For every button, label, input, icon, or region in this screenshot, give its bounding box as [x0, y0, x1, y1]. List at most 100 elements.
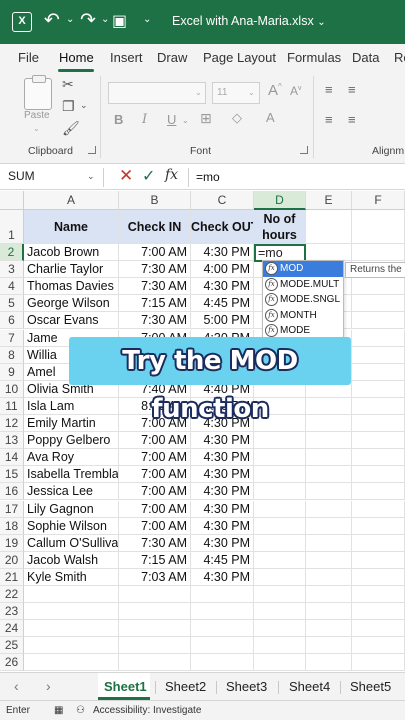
font-launcher-icon[interactable] — [300, 146, 308, 154]
underline-button[interactable]: U — [167, 112, 176, 127]
function-autocomplete-list[interactable]: fx MOD fx MODE.MULT fx MODE.SNGL fx MONTH fx… — [262, 260, 344, 340]
cell-in[interactable]: 7:00 AM — [119, 517, 191, 535]
cell-name[interactable]: Jacob Walsh — [24, 551, 119, 569]
cell-in[interactable]: 7:30 AM — [119, 312, 191, 330]
autocomplete-item-mode-mult[interactable]: fx MODE.MULT — [263, 277, 343, 293]
clipboard-launcher-icon[interactable] — [88, 146, 96, 154]
cell[interactable] — [306, 449, 352, 467]
row-header-22[interactable]: 22 — [0, 586, 24, 604]
row-header-15[interactable]: 15 — [0, 466, 24, 484]
cancel-icon[interactable]: ✕ — [119, 166, 133, 186]
cell[interactable] — [306, 244, 352, 262]
sheet-tab-4[interactable]: Sheet4 — [289, 679, 330, 694]
cell[interactable] — [352, 295, 405, 313]
cell[interactable] — [352, 551, 405, 569]
cell[interactable] — [352, 380, 405, 398]
cell-in[interactable] — [119, 637, 191, 655]
cell[interactable] — [306, 397, 352, 415]
cell-name[interactable]: Sophie Wilson — [24, 517, 119, 535]
cell-out[interactable]: 4:30 PM — [191, 500, 254, 518]
cell[interactable] — [352, 517, 405, 535]
tab-review[interactable]: Re — [394, 50, 405, 65]
cell-in[interactable]: 7:00 AM — [119, 432, 191, 450]
row-header-11[interactable]: 11 — [0, 397, 24, 415]
cell[interactable] — [306, 654, 352, 671]
cell[interactable] — [352, 397, 405, 415]
cell[interactable] — [352, 244, 405, 262]
cell[interactable] — [352, 637, 405, 655]
customize-toolbar-icon[interactable]: ⌄ — [143, 14, 151, 25]
cell-out[interactable]: 4:30 PM — [191, 449, 254, 467]
tab-insert[interactable]: Insert — [110, 50, 143, 65]
cell[interactable] — [352, 278, 405, 296]
select-all-corner[interactable] — [0, 191, 24, 210]
redo-icon[interactable]: ↷ — [80, 10, 96, 32]
chevron-left-icon[interactable]: ‹ — [14, 678, 19, 694]
cell[interactable] — [306, 586, 352, 604]
align-middle-icon[interactable]: ≡ — [348, 82, 356, 97]
row-header-17[interactable]: 17 — [0, 500, 24, 518]
cell-name[interactable] — [24, 654, 119, 671]
save-icon[interactable]: ▣ — [112, 11, 127, 33]
cell-name[interactable]: George Wilson — [24, 295, 119, 313]
cell-in[interactable]: 7:00 AM — [119, 500, 191, 518]
redo-dropdown-icon[interactable]: ⌄ — [101, 14, 109, 25]
cell[interactable] — [352, 329, 405, 347]
cell-out[interactable] — [191, 586, 254, 604]
cell-out[interactable]: 4:30 PM — [191, 568, 254, 586]
cell[interactable] — [254, 620, 306, 638]
cell[interactable] — [352, 483, 405, 501]
tab-page-layout[interactable]: Page Layout — [203, 50, 276, 65]
font-name-select[interactable] — [108, 82, 206, 104]
sheet-tab-2[interactable]: Sheet2 — [165, 679, 206, 694]
bold-button[interactable]: B — [114, 112, 123, 127]
row-header-24[interactable]: 24 — [0, 620, 24, 638]
cell-out[interactable]: 4:30 PM — [191, 517, 254, 535]
cell[interactable] — [352, 415, 405, 433]
cell-in[interactable]: 7:30 AM — [119, 534, 191, 552]
cell-in[interactable] — [119, 654, 191, 671]
row-header-9[interactable]: 9 — [0, 363, 24, 381]
insert-function-icon[interactable]: fx — [165, 167, 178, 183]
cell[interactable] — [254, 603, 306, 621]
row-header-4[interactable]: 4 — [0, 278, 24, 296]
cell[interactable] — [254, 483, 306, 501]
cell-name[interactable]: Callum O'Sullivan — [24, 534, 119, 552]
chevron-right-icon[interactable]: › — [46, 678, 51, 694]
column-header-d[interactable]: D — [254, 191, 306, 210]
row-header-14[interactable]: 14 — [0, 449, 24, 467]
cell[interactable] — [306, 620, 352, 638]
autocomplete-item-month[interactable]: fx MONTH — [263, 308, 343, 324]
cell-in[interactable]: 7:30 AM — [119, 261, 191, 279]
cell[interactable] — [352, 312, 405, 330]
cell[interactable] — [352, 449, 405, 467]
cell[interactable] — [352, 586, 405, 604]
cell-out[interactable]: 4:30 PM — [191, 483, 254, 501]
decrease-font-icon[interactable]: Av — [290, 84, 302, 98]
cell-out[interactable]: 5:00 PM — [191, 312, 254, 330]
cell[interactable] — [306, 466, 352, 484]
tab-draw[interactable]: Draw — [157, 50, 187, 65]
cell[interactable] — [254, 586, 306, 604]
row-header-25[interactable]: 25 — [0, 637, 24, 655]
cell[interactable] — [306, 568, 352, 586]
cell[interactable] — [254, 637, 306, 655]
cell-in[interactable]: 7:30 AM — [119, 278, 191, 296]
cell[interactable] — [254, 500, 306, 518]
cell-name[interactable]: Isla Lam — [24, 397, 119, 415]
cell[interactable] — [352, 654, 405, 671]
row-header-18[interactable]: 18 — [0, 517, 24, 535]
cell[interactable] — [306, 210, 352, 244]
format-painter-icon[interactable]: 🖌 — [62, 120, 80, 137]
italic-button[interactable]: I — [142, 112, 147, 127]
cell-out[interactable]: 4:45 PM — [191, 295, 254, 313]
cell[interactable] — [306, 534, 352, 552]
column-header-b[interactable]: B — [119, 191, 191, 210]
header-cell-check-out[interactable]: Check OUT — [191, 210, 254, 244]
font-name-dropdown-icon[interactable]: ⌄ — [195, 88, 202, 97]
increase-font-icon[interactable]: A^ — [268, 82, 282, 99]
sheet-tab-3[interactable]: Sheet3 — [226, 679, 267, 694]
cell-name[interactable] — [24, 603, 119, 621]
cell-name[interactable]: Lily Gagnon — [24, 500, 119, 518]
autocomplete-item-mod[interactable]: fx MOD — [263, 261, 343, 277]
